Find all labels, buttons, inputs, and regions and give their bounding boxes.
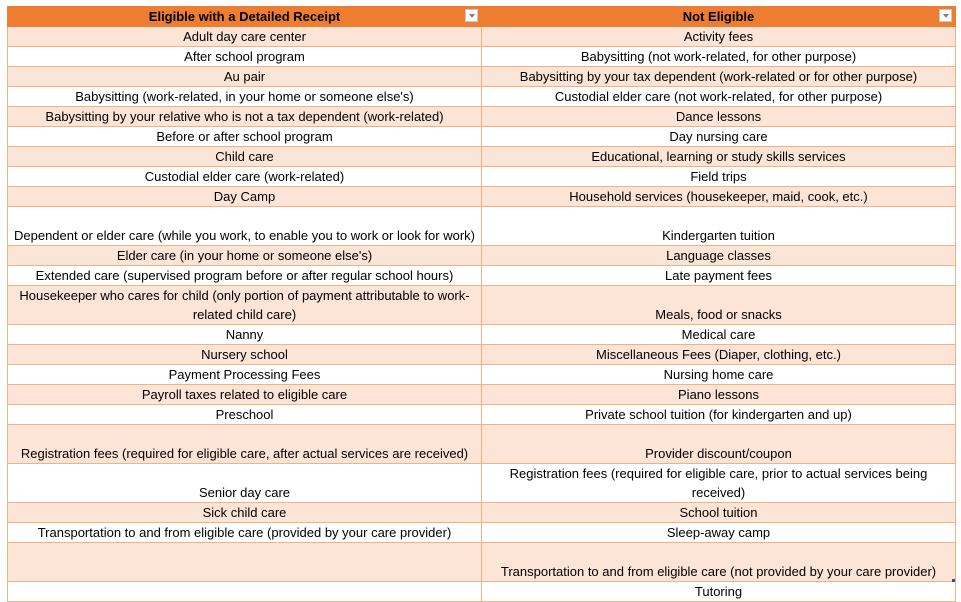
cell-not-eligible[interactable]: Field trips	[481, 166, 956, 187]
cell-eligible[interactable]: Day Camp	[7, 186, 482, 207]
cell-eligible[interactable]: Sick child care	[7, 502, 482, 523]
table-row: Nursery school Miscellaneous Fees (Diaper…	[7, 344, 956, 365]
header-row: Eligible with a Detailed Receipt Not Eli…	[7, 6, 956, 27]
cell-eligible[interactable]: Registration fees (required for eligible…	[7, 424, 482, 464]
table-row: Housekeeper who cares for child (only po…	[7, 285, 956, 325]
cell-eligible[interactable]: Adult day care center	[7, 26, 482, 47]
cell-eligible[interactable]: Custodial elder care (work-related)	[7, 166, 482, 187]
table-row: Preschool Private school tuition (for kin…	[7, 404, 956, 425]
cell-eligible[interactable]: Elder care (in your home or someone else…	[7, 245, 482, 266]
cell-eligible[interactable]: Au pair	[7, 66, 482, 87]
column-header-label: Eligible with a Detailed Receipt	[148, 9, 341, 24]
table-row: Nanny Medical care	[7, 324, 956, 345]
table-row: Au pair Babysitting by your tax dependent…	[7, 66, 956, 87]
cell-not-eligible[interactable]: Day nursing care	[481, 126, 956, 147]
cell-not-eligible[interactable]: Transportation to and from eligible care…	[481, 542, 956, 582]
cell-not-eligible[interactable]: Dance lessons	[481, 106, 956, 127]
cell-eligible[interactable]: Babysitting by your relative who is not …	[7, 106, 482, 127]
cell-eligible[interactable]: Babysitting (work-related, in your home …	[7, 86, 482, 107]
cell-eligible[interactable]: Preschool	[7, 404, 482, 425]
cell-eligible[interactable]	[7, 581, 482, 602]
cell-eligible[interactable]: After school program	[7, 46, 482, 67]
column-header-eligible[interactable]: Eligible with a Detailed Receipt	[7, 6, 482, 27]
table-row: Tutoring	[7, 581, 956, 602]
cell-not-eligible[interactable]: Piano lessons	[481, 384, 956, 405]
cell-not-eligible[interactable]: Custodial elder care (not work-related, …	[481, 86, 956, 107]
table-row: Senior day care Registration fees (requir…	[7, 463, 956, 503]
cell-eligible[interactable]: Senior day care	[7, 463, 482, 503]
cell-eligible[interactable]: Payment Processing Fees	[7, 364, 482, 385]
table-row: Before or after school program Day nursin…	[7, 126, 956, 147]
cell-not-eligible[interactable]: Educational, learning or study skills se…	[481, 146, 956, 167]
column-header-label: Not Eligible	[682, 9, 755, 24]
table-row: Extended care (supervised program before…	[7, 265, 956, 286]
cell-eligible[interactable]: Payroll taxes related to eligible care	[7, 384, 482, 405]
cell-not-eligible[interactable]: Babysitting by your tax dependent (work-…	[481, 66, 956, 87]
cell-eligible[interactable]: Transportation to and from eligible care…	[7, 522, 482, 543]
cell-eligible[interactable]: Dependent or elder care (while you work,…	[7, 206, 482, 246]
table-row: Adult day care center Activity fees	[7, 26, 956, 47]
table-row: Payroll taxes related to eligible care Pi…	[7, 384, 956, 405]
cell-not-eligible[interactable]: Household services (housekeeper, maid, c…	[481, 186, 956, 207]
column-header-not-eligible[interactable]: Not Eligible	[481, 6, 956, 27]
cell-not-eligible[interactable]: Meals, food or snacks	[481, 285, 956, 325]
table-row: Babysitting (work-related, in your home …	[7, 86, 956, 107]
cell-not-eligible[interactable]: Sleep-away camp	[481, 522, 956, 543]
cell-not-eligible[interactable]: Late payment fees	[481, 265, 956, 286]
table-row: Dependent or elder care (while you work,…	[7, 206, 956, 246]
cell-not-eligible[interactable]: Tutoring	[481, 581, 956, 602]
cell-not-eligible[interactable]: Nursing home care	[481, 364, 956, 385]
table-row: Babysitting by your relative who is not …	[7, 106, 956, 127]
cell-not-eligible[interactable]: Kindergarten tuition	[481, 206, 956, 246]
table-row: Child care Educational, learning or study…	[7, 146, 956, 167]
eligibility-table: Eligible with a Detailed Receipt Not Eli…	[7, 6, 956, 602]
cell-not-eligible[interactable]: School tuition	[481, 502, 956, 523]
table-row: Elder care (in your home or someone else…	[7, 245, 956, 266]
cell-eligible[interactable]: Housekeeper who cares for child (only po…	[7, 285, 482, 325]
cell-eligible[interactable]: Before or after school program	[7, 126, 482, 147]
cell-not-eligible[interactable]: Medical care	[481, 324, 956, 345]
table-row: Registration fees (required for eligible…	[7, 424, 956, 464]
table-row: Day Camp Household services (housekeeper,…	[7, 186, 956, 207]
cell-not-eligible[interactable]: Activity fees	[481, 26, 956, 47]
cell-not-eligible[interactable]: Language classes	[481, 245, 956, 266]
cell-eligible[interactable]	[7, 542, 482, 582]
cell-eligible[interactable]: Extended care (supervised program before…	[7, 265, 482, 286]
cell-not-eligible[interactable]: Registration fees (required for eligible…	[481, 463, 956, 503]
table-resize-handle[interactable]	[952, 579, 955, 582]
cell-not-eligible[interactable]: Miscellaneous Fees (Diaper, clothing, et…	[481, 344, 956, 365]
table-row: Transportation to and from eligible care…	[7, 522, 956, 543]
cell-not-eligible[interactable]: Babysitting (not work-related, for other…	[481, 46, 956, 67]
cell-eligible[interactable]: Nanny	[7, 324, 482, 345]
cell-eligible[interactable]: Nursery school	[7, 344, 482, 365]
filter-dropdown-icon[interactable]	[465, 9, 478, 22]
cell-not-eligible[interactable]: Private school tuition (for kindergarten…	[481, 404, 956, 425]
table-row: Transportation to and from eligible care…	[7, 542, 956, 582]
table-body: Adult day care center Activity fees After …	[7, 26, 956, 602]
table-row: Sick child care School tuition	[7, 502, 956, 523]
cell-not-eligible[interactable]: Provider discount/coupon	[481, 424, 956, 464]
cell-eligible[interactable]: Child care	[7, 146, 482, 167]
filter-dropdown-icon[interactable]	[939, 9, 952, 22]
table-row: After school program Babysitting (not wor…	[7, 46, 956, 67]
table-row: Payment Processing Fees Nursing home care	[7, 364, 956, 385]
table-row: Custodial elder care (work-related) Field…	[7, 166, 956, 187]
